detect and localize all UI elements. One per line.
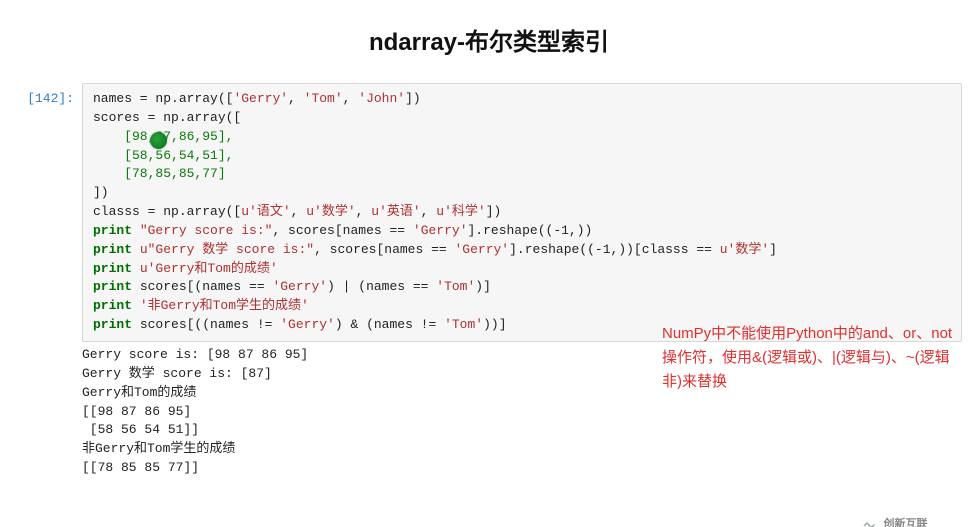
output-line: 非Gerry和Tom学生的成绩 [82,441,235,456]
output-line: [58 56 54 51]] [82,422,199,437]
code-block: names = np.array(['Gerry', 'Tom', 'John'… [82,83,962,342]
logo-icon [861,520,879,527]
output-line: Gerry和Tom的成绩 [82,385,196,400]
page-title: ndarray-布尔类型索引 [0,22,978,57]
code-cell: [142]: names = np.array(['Gerry', 'Tom',… [0,83,978,346]
annotation-note: NumPy中不能使用Python中的and、or、not操作符，使用&(逻辑或)… [662,322,962,394]
output-line: [[98 87 86 95] [82,404,191,419]
prompt-label: [142]: [14,83,82,106]
logo-main: 创新互联 [883,515,966,527]
output-line: Gerry score is: [98 87 86 95] [82,347,308,362]
footer-logo: 创新互联 CHUANG XIN HU LIAN [861,515,966,527]
output-line: [[78 85 85 77]] [82,460,199,475]
output-line: Gerry 数学 score is: [87] [82,366,272,381]
